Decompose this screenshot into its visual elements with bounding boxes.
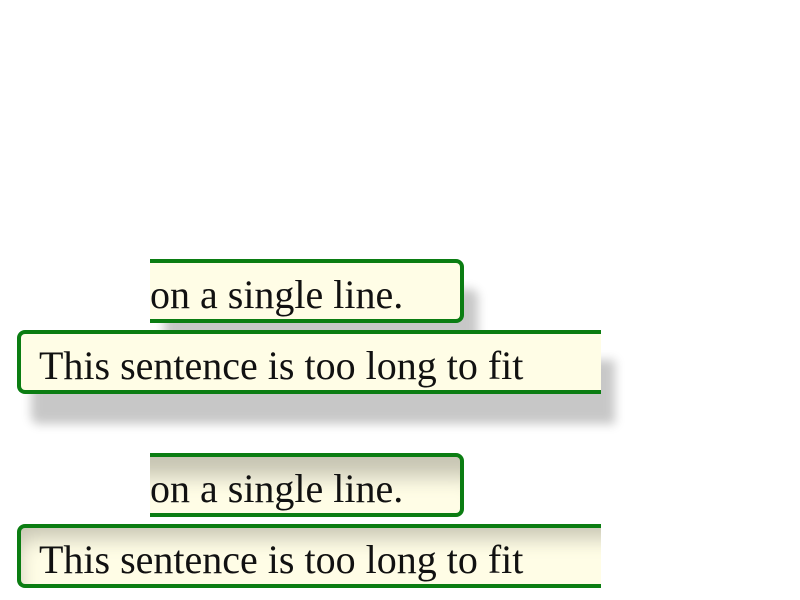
fragment-text: This sentence is too long to fit [39,343,524,388]
fragment-text: on a single line. [150,272,404,317]
fragment-text: This sentence is too long to fit [39,537,524,582]
text-box-fragment-end: on a single line. [150,259,464,323]
text-box-fragment-start: This sentence is too long to fit [17,524,601,588]
text-box-fragment-end: on a single line. [150,453,464,517]
text-box-fragment-start: This sentence is too long to fit [17,330,601,394]
fragment-text: on a single line. [150,466,404,511]
canvas: on a single line. This sentence is too l… [0,0,800,600]
